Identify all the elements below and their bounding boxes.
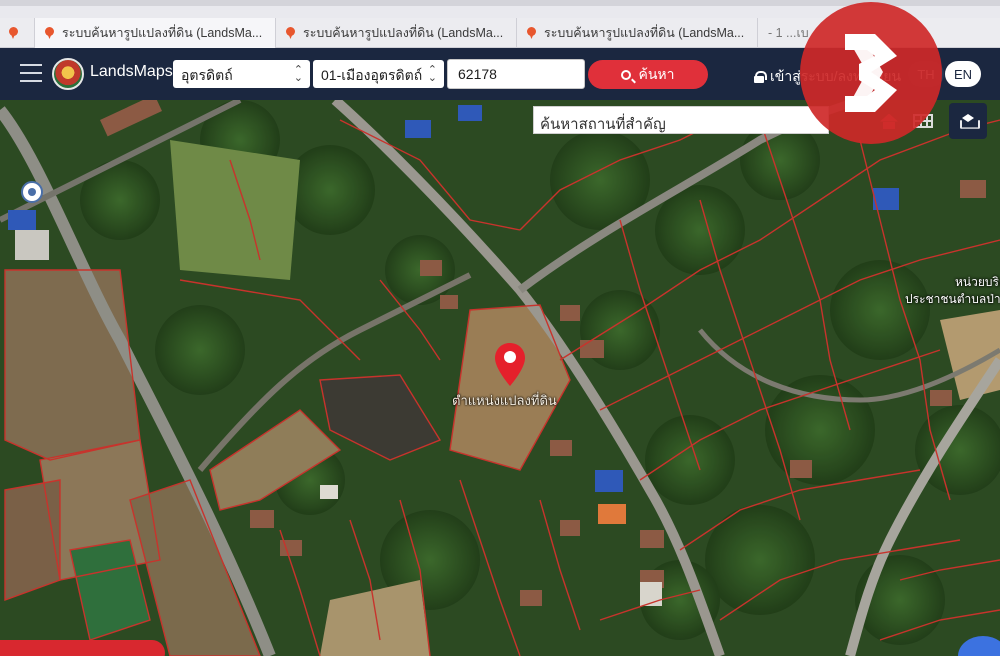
parcel-location-label: ตำแหน่งแปลงที่ดิน — [452, 393, 557, 408]
province-select[interactable]: อุตรดิตถ์ ⌃ ⌄ — [173, 60, 310, 88]
chevron-updown-icon: ⌃ ⌄ — [293, 64, 303, 84]
tab-label: - 1 ...เบ — [768, 26, 809, 40]
layers-button[interactable] — [949, 103, 987, 139]
search-icon — [621, 69, 632, 80]
browser-tab-3[interactable]: ระบบค้นหารูปแปลงที่ดิน (LandsMa... — [516, 18, 757, 48]
search-button-label: ค้นหา — [638, 65, 675, 82]
brand-name: LandsMaps — [90, 63, 173, 80]
map-pin-icon — [527, 27, 536, 39]
tab-label: ระบบค้นหารูปแปลงที่ดิน (LandsMa... — [62, 26, 263, 40]
watermark-logo — [800, 2, 942, 144]
poi-marker[interactable] — [21, 181, 43, 203]
menu-icon[interactable] — [20, 64, 42, 82]
b-logo-icon — [845, 34, 897, 112]
lock-icon — [754, 71, 767, 83]
place-label: ประชาชนตำบลป่า — [905, 292, 1000, 306]
screen: ระบบค้นหารูปแปลงที่ดิน (LandsMa... ระบบค… — [0, 0, 1000, 656]
browser-tab-2[interactable]: ระบบค้นหารูปแปลงที่ดิน (LandsMa... — [275, 18, 516, 48]
map-pin-icon[interactable] — [494, 342, 526, 388]
district-select[interactable]: 01-เมืองอุตรดิตถ์ ⌃ ⌄ — [313, 60, 444, 88]
tab-label: ระบบค้นหารูปแปลงที่ดิน (LandsMa... — [544, 26, 745, 40]
province-value: อุตรดิตถ์ — [181, 67, 233, 83]
place-search-input[interactable]: ค้นหาสถานที่สำคัญ — [533, 106, 829, 134]
district-value: 01-เมืองอุตรดิตถ์ — [321, 67, 423, 83]
map-pin-icon — [45, 27, 54, 39]
department-logo — [52, 58, 84, 90]
browser-tab-1[interactable]: ระบบค้นหารูปแปลงที่ดิน (LandsMa... — [34, 18, 275, 48]
layers-icon — [960, 114, 976, 128]
lang-en-button[interactable]: EN — [945, 61, 981, 87]
tab-label: ระบบค้นหารูปแปลงที่ดิน (LandsMa... — [303, 26, 504, 40]
pinned-tab[interactable] — [0, 18, 34, 48]
chevron-updown-icon: ⌃ ⌄ — [427, 64, 437, 84]
map-pin-icon — [286, 27, 295, 39]
search-button[interactable]: ค้นหา — [588, 60, 708, 89]
scale-badge — [0, 640, 165, 656]
map-pin-icon — [8, 27, 18, 39]
parcel-number-input[interactable]: 62178 — [447, 59, 585, 89]
